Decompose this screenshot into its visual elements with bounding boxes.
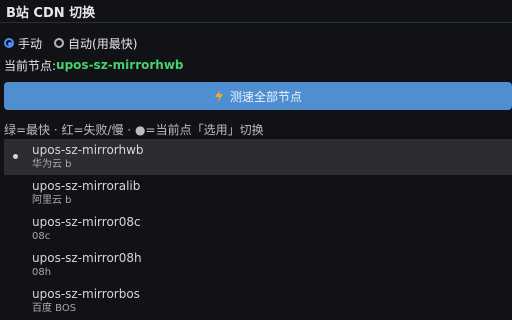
- node-item[interactable]: upos-sz-mirrorbos 百度 BOS: [4, 283, 508, 319]
- window-header: B站 CDN 切换: [0, 0, 512, 23]
- radio-auto[interactable]: 自动(用最快): [54, 35, 137, 52]
- current-node: 当前节点: upos-sz-mirrorhwb: [4, 56, 508, 74]
- speedtest-all-button[interactable]: 测速全部节点: [4, 82, 512, 110]
- node-item[interactable]: upos-sz-mirror08h 08h: [4, 247, 508, 283]
- page-title: B站 CDN 切换: [6, 5, 96, 21]
- node-name: upos-sz-mirrorhwb: [32, 143, 144, 157]
- node-name: upos-sz-mirrorbos: [32, 287, 140, 301]
- radio-manual-label[interactable]: 手动: [18, 35, 42, 52]
- node-item[interactable]: upos-sz-mirror08c 08c: [4, 211, 508, 247]
- node-subtitle: 阿里云 b: [32, 195, 72, 206]
- node-list: upos-sz-mirrorhwb 华为云 b upos-sz-mirroral…: [4, 139, 512, 319]
- legend-text: 绿=最快 · 红=失败/慢 · ●=当前点「选用」切换: [4, 122, 264, 137]
- node-item[interactable]: upos-sz-mirrorhwb 华为云 b: [4, 139, 512, 175]
- radio-auto-label[interactable]: 自动(用最快): [68, 35, 137, 52]
- node-subtitle: 华为云 b: [32, 159, 72, 170]
- node-name: upos-sz-mirroralib: [32, 179, 141, 193]
- radio-manual-indicator[interactable]: [4, 38, 14, 48]
- bolt-icon: [214, 90, 223, 102]
- radio-auto-indicator[interactable]: [54, 38, 65, 48]
- mode-selector: 手动 自动(用最快): [4, 34, 508, 52]
- current-node-label: 当前节点:: [4, 58, 57, 73]
- speedtest-all-label[interactable]: 测速全部节点: [230, 88, 302, 105]
- node-subtitle: 08c: [32, 231, 51, 242]
- node-item[interactable]: upos-sz-mirroralib 阿里云 b: [4, 175, 508, 211]
- legend: 绿=最快 · 红=失败/慢 · ●=当前点「选用」切换: [4, 121, 508, 137]
- current-node-value: upos-sz-mirrorhwb: [56, 58, 184, 72]
- node-name: upos-sz-mirror08h: [32, 251, 142, 265]
- node-subtitle: 08h: [32, 267, 52, 278]
- radio-manual[interactable]: 手动: [4, 35, 42, 52]
- main-content: 手动 自动(用最快) 当前节点: upos-sz-mirrorhwb 测速全部节…: [0, 23, 512, 319]
- current-dot-icon: [13, 154, 18, 159]
- node-name: upos-sz-mirror08c: [32, 215, 141, 229]
- node-subtitle: 百度 BOS: [32, 303, 77, 314]
